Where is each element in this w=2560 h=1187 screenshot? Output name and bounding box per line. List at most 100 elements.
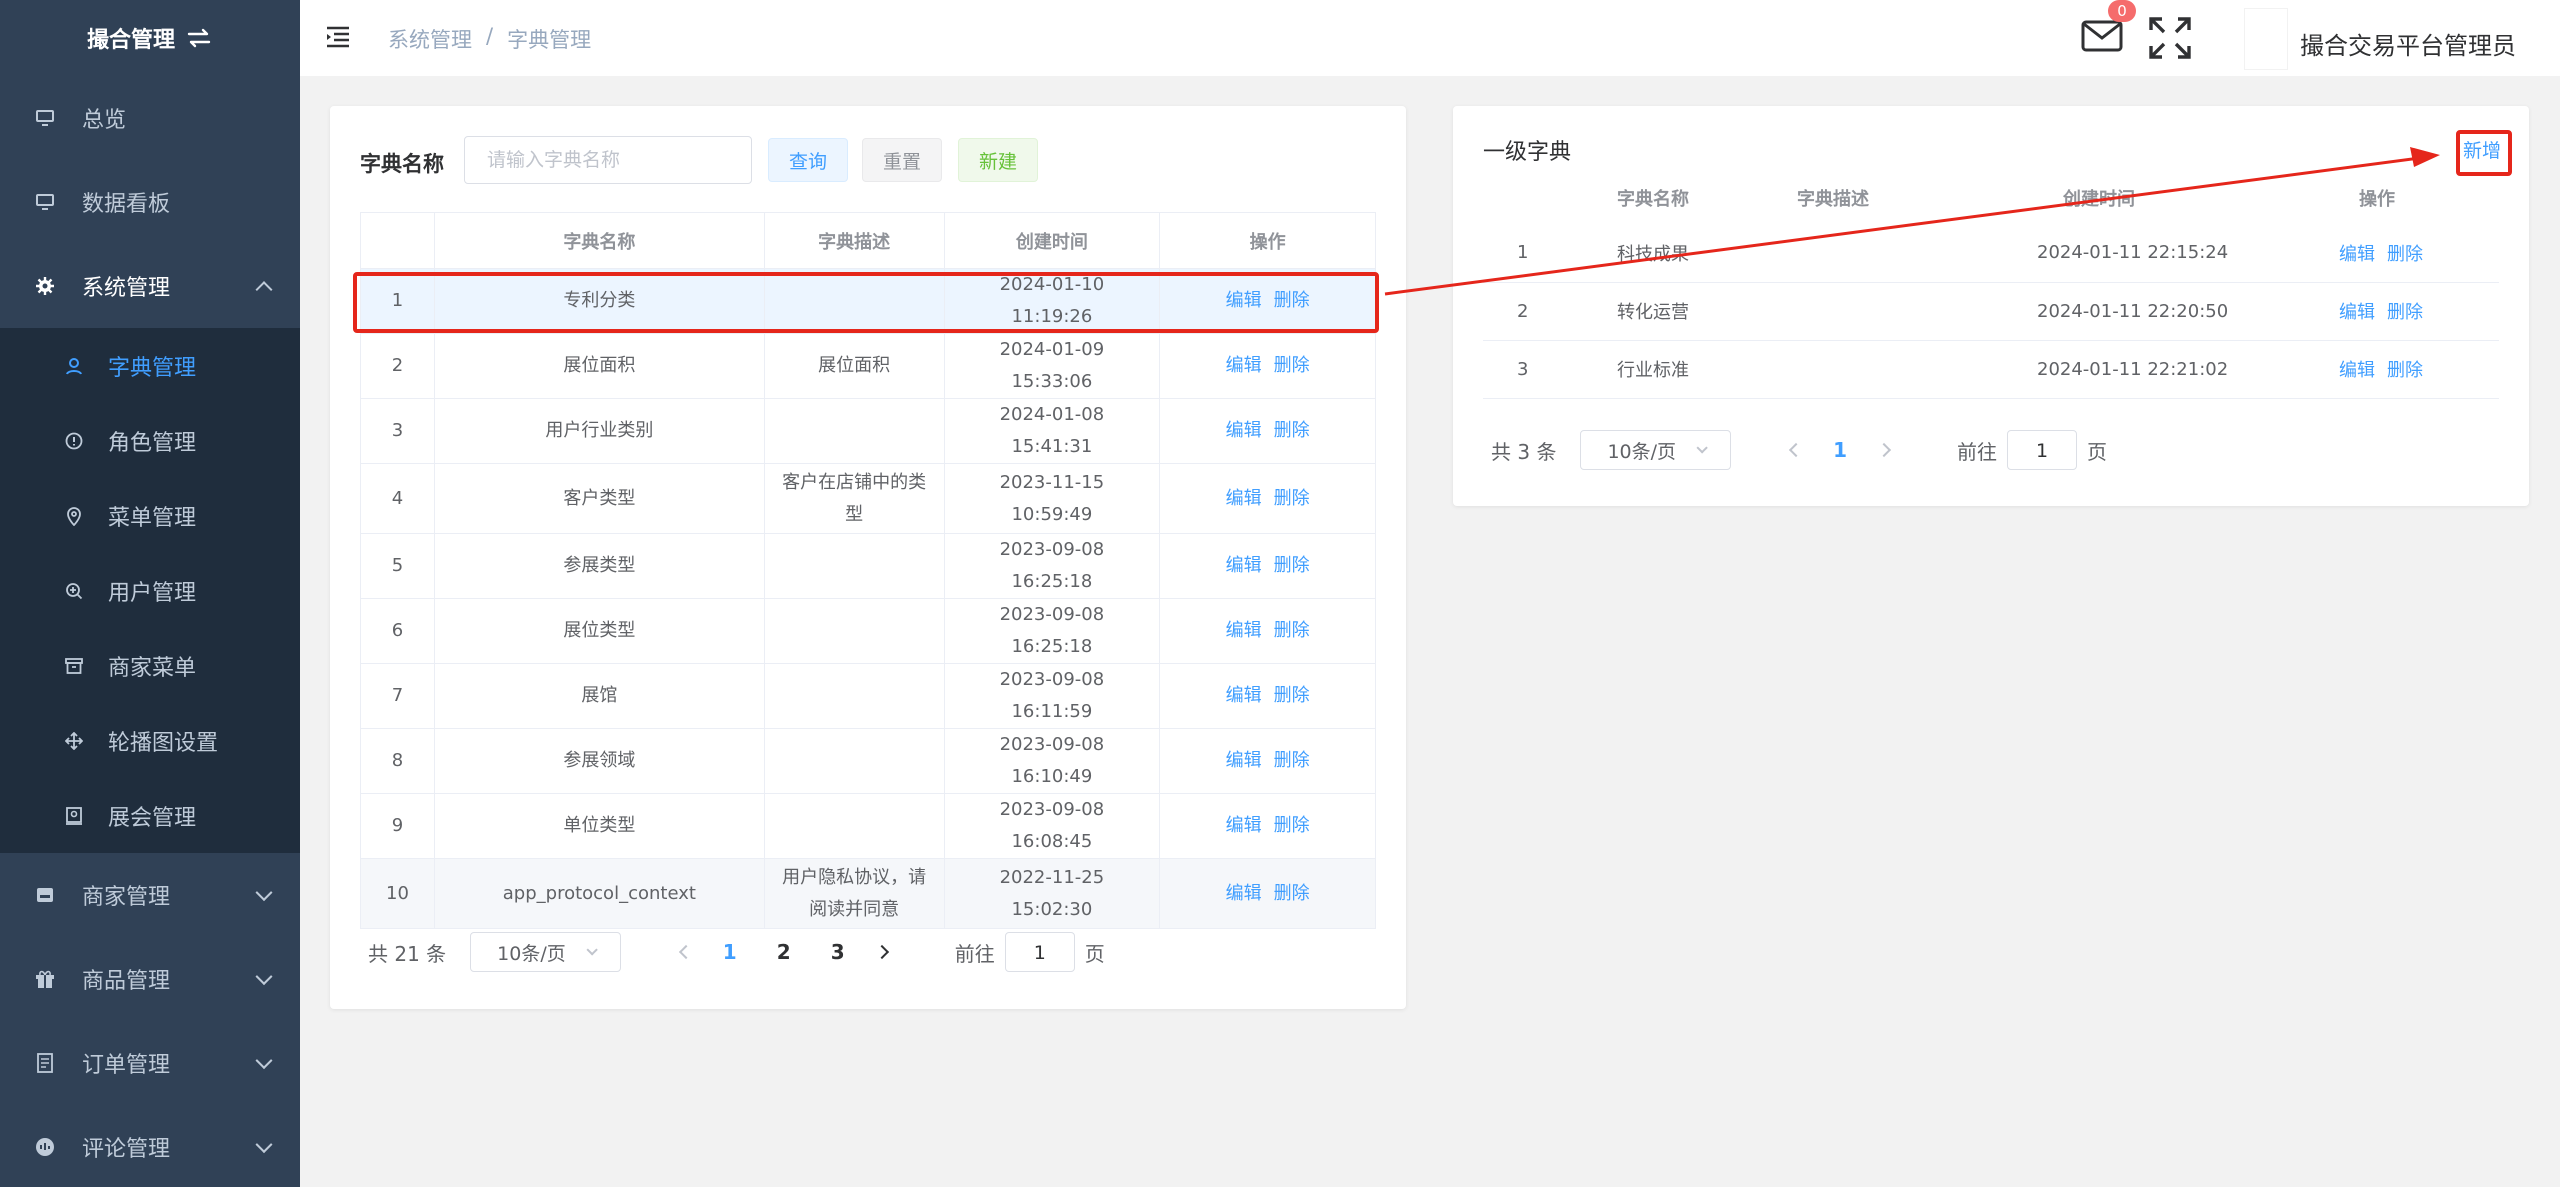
new-button[interactable]: 新建 — [958, 138, 1038, 182]
breadcrumb: 系统管理 / 字典管理 — [388, 24, 591, 54]
table-row[interactable]: 3 行业标准 2024-01-11 22:21:02 编辑 删除 — [1483, 340, 2499, 399]
sidebar-item-user[interactable]: 用户管理 — [0, 553, 300, 628]
fullscreen-icon[interactable] — [2148, 16, 2192, 60]
edit-link[interactable]: 编辑 — [2339, 244, 2375, 265]
sidebar-item-orders[interactable]: 订单管理 — [0, 1021, 300, 1105]
table-row[interactable]: 8 参展领域 2023-09-08 16:10:49 编辑 删除 — [360, 728, 1376, 794]
table-row[interactable]: 2 转化运营 2024-01-11 22:20:50 编辑 删除 — [1483, 282, 2499, 341]
info-icon — [64, 431, 84, 451]
delete-link[interactable]: 删除 — [1274, 815, 1310, 836]
page-size-select[interactable]: 10条/页 — [1580, 430, 1732, 470]
table-row[interactable]: 6 展位类型 2023-09-08 16:25:18 编辑 删除 — [360, 598, 1376, 664]
edit-link[interactable]: 编辑 — [2339, 302, 2375, 323]
highlight-box-row — [353, 272, 1379, 333]
goto-page-input[interactable]: 1 — [1004, 932, 1075, 972]
prev-page-icon[interactable] — [678, 944, 693, 960]
edit-link[interactable]: 编辑 — [1226, 685, 1262, 706]
mail-icon[interactable] — [2080, 18, 2124, 54]
sidebar-item-label: 商家管理 — [82, 885, 171, 910]
delete-link[interactable]: 删除 — [1274, 620, 1310, 641]
query-button[interactable]: 查询 — [768, 138, 848, 182]
sidebar-item-carousel[interactable]: 轮播图设置 — [0, 703, 300, 778]
sidebar-item-system[interactable]: 系统管理 — [0, 244, 300, 328]
sidebar-item-menu[interactable]: 菜单管理 — [0, 478, 300, 553]
edit-link[interactable]: 编辑 — [2339, 360, 2375, 381]
page-size-select[interactable]: 10条/页 — [470, 932, 621, 972]
delete-link[interactable]: 删除 — [1274, 420, 1310, 441]
zoom-icon — [64, 581, 84, 601]
chevron-down-icon — [255, 884, 273, 902]
panel-title: 一级字典 — [1483, 140, 1572, 165]
table-row[interactable]: 9 单位类型 2023-09-08 16:08:45 编辑 删除 — [360, 793, 1376, 859]
breadcrumb-item[interactable]: 系统管理 — [388, 24, 472, 54]
column-header: 字典描述 — [1797, 189, 1869, 210]
sidebar-item-overview[interactable]: 总览 — [0, 76, 300, 160]
column-header: 创建时间 — [2063, 189, 2135, 210]
delete-link[interactable]: 删除 — [1274, 685, 1310, 706]
sidebar-item-exhibition[interactable]: 展会管理 — [0, 778, 300, 853]
edit-link[interactable]: 编辑 — [1226, 555, 1262, 576]
table-row[interactable]: 10 app_protocol_context 用户隐私协议，请阅读并同意 20… — [360, 858, 1376, 929]
edit-link[interactable]: 编辑 — [1226, 883, 1262, 904]
edit-link[interactable]: 编辑 — [1226, 620, 1262, 641]
sidebar-item-merchant[interactable]: 商家管理 — [0, 853, 300, 937]
page-number[interactable]: 3 — [823, 940, 853, 964]
goto-suffix: 页 — [1084, 941, 1105, 966]
page-number[interactable]: 1 — [715, 940, 745, 964]
page-size-value: 10条/页 — [497, 942, 566, 965]
delete-link[interactable]: 删除 — [1274, 883, 1310, 904]
sidebar-item-label: 轮播图设置 — [108, 730, 219, 756]
reset-button[interactable]: 重置 — [862, 138, 942, 182]
sidebar-item-dashboard[interactable]: 数据看板 — [0, 160, 300, 244]
sidebar-item-label: 用户管理 — [108, 580, 197, 606]
sidebar-item-role[interactable]: 角色管理 — [0, 403, 300, 478]
row-actions: 编辑 删除 — [1159, 463, 1376, 534]
next-page-icon[interactable] — [1876, 442, 1892, 458]
prev-page-icon[interactable] — [1788, 442, 1804, 458]
row-name: 科技成果 — [1603, 224, 1783, 283]
chevron-down-icon — [255, 1136, 273, 1154]
row-name: 客户类型 — [433, 463, 765, 534]
table-row[interactable]: 7 展馆 2023-09-08 16:11:59 编辑 删除 — [360, 663, 1376, 729]
sidebar-item-label: 商家菜单 — [108, 655, 197, 681]
table-row[interactable]: 1 科技成果 2024-01-11 22:15:24 编辑 删除 — [1483, 224, 2499, 283]
move-icon — [64, 731, 84, 751]
table-row[interactable]: 5 参展类型 2023-09-08 16:25:18 编辑 删除 — [360, 533, 1376, 599]
delete-link[interactable]: 删除 — [2387, 302, 2423, 323]
box-icon — [64, 656, 84, 676]
row-name: 用户行业类别 — [433, 398, 765, 464]
row-actions: 编辑 删除 — [2319, 224, 2499, 283]
sidebar-item-goods[interactable]: 商品管理 — [0, 937, 300, 1021]
edit-link[interactable]: 编辑 — [1226, 750, 1262, 771]
avatar[interactable] — [2244, 8, 2288, 70]
edit-link[interactable]: 编辑 — [1226, 815, 1262, 836]
switch-icon[interactable] — [185, 27, 213, 49]
delete-link[interactable]: 删除 — [2387, 244, 2423, 265]
search-input[interactable] — [464, 136, 752, 184]
table-row[interactable]: 3 用户行业类别 2024-01-08 15:41:31 编辑 删除 — [360, 398, 1376, 464]
page-number[interactable]: 2 — [769, 940, 799, 964]
row-actions: 编辑 删除 — [1159, 598, 1376, 664]
delete-link[interactable]: 删除 — [1274, 355, 1310, 376]
row-actions: 编辑 删除 — [1159, 793, 1376, 859]
delete-link[interactable]: 删除 — [2387, 360, 2423, 381]
table-row[interactable]: 4 客户类型 客户在店铺中的类型 2023-11-15 10:59:49 编辑删… — [360, 463, 1376, 534]
sidebar-item-dictionary[interactable]: 字典管理 — [0, 328, 300, 403]
column-header — [360, 212, 435, 269]
username[interactable]: 撮合交易平台管理员 — [2300, 26, 2516, 61]
sidebar-item-merchant-menu[interactable]: 商家菜单 — [0, 628, 300, 703]
hamburger-icon[interactable] — [326, 26, 350, 48]
delete-link[interactable]: 删除 — [1274, 488, 1310, 509]
edit-link[interactable]: 编辑 — [1226, 488, 1262, 509]
goto-page-input[interactable]: 1 — [2007, 430, 2078, 470]
row-time: 2022-11-25 15:02:30 — [943, 858, 1161, 929]
delete-link[interactable]: 删除 — [1274, 555, 1310, 576]
next-page-icon[interactable] — [874, 944, 889, 960]
table-row[interactable]: 2 展位面积 展位面积 2024-01-09 15:33:06 编辑 删除 — [360, 333, 1376, 399]
delete-link[interactable]: 删除 — [1274, 750, 1310, 771]
sidebar-item-reviews[interactable]: 评论管理 — [0, 1105, 300, 1187]
edit-link[interactable]: 编辑 — [1226, 355, 1262, 376]
edit-link[interactable]: 编辑 — [1226, 420, 1262, 441]
page-number[interactable]: 1 — [1825, 438, 1855, 462]
sidebar-item-label: 评论管理 — [82, 1137, 171, 1162]
